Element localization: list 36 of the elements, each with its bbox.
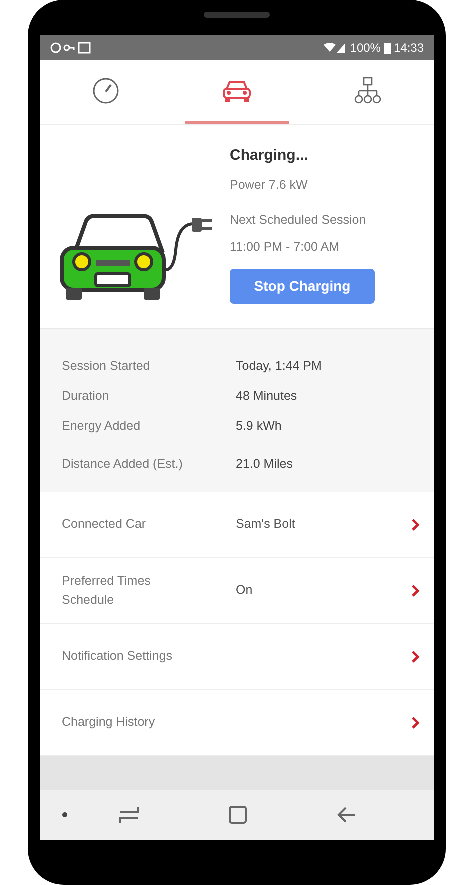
schedule-time: 11:00 PM - 7:00 AM [230, 239, 341, 256]
back-icon[interactable] [336, 805, 356, 825]
signal-icon [323, 42, 348, 54]
hierarchy-icon [353, 76, 384, 104]
chevron-right-icon [412, 518, 420, 530]
dot-icon[interactable] [62, 812, 68, 818]
schedule-label: Next Scheduled Session [230, 212, 368, 230]
setting-label: Preferred Times Schedule [62, 572, 152, 608]
status-icons [50, 42, 92, 54]
setting-value: On [236, 582, 253, 600]
session-label: Energy Added [62, 418, 142, 435]
setting-value: Sam's Bolt [236, 516, 296, 534]
chevron-right-icon [412, 716, 420, 728]
setting-label: Charging History [62, 714, 156, 732]
setting-label: Connected Car [62, 516, 148, 534]
charging-status: Charging... [230, 146, 310, 166]
home-icon[interactable] [228, 805, 248, 825]
power-reading: Power 7.6 kW [230, 176, 309, 194]
chevron-right-icon [412, 650, 420, 662]
gauge-icon [92, 76, 120, 104]
stop-charging-button[interactable]: Stop Charging [230, 268, 375, 304]
clock: 14:33 [394, 40, 424, 56]
session-label: Distance Added (Est.) [62, 456, 184, 473]
session-value: 5.9 kWh [236, 418, 282, 435]
recent-apps-icon[interactable] [118, 805, 140, 825]
session-label: Duration [62, 388, 110, 405]
session-value: 48 Minutes [236, 388, 298, 405]
battery-percent: 100% [350, 40, 381, 56]
battery-icon [384, 42, 391, 54]
car-icon [222, 78, 252, 102]
setting-label: Notification Settings [62, 648, 174, 666]
speaker-grille [204, 12, 270, 18]
session-value: Today, 1:44 PM [236, 358, 322, 375]
chevron-right-icon [412, 584, 420, 596]
session-label: Session Started [62, 358, 152, 375]
session-value: 21.0 Miles [236, 456, 293, 473]
